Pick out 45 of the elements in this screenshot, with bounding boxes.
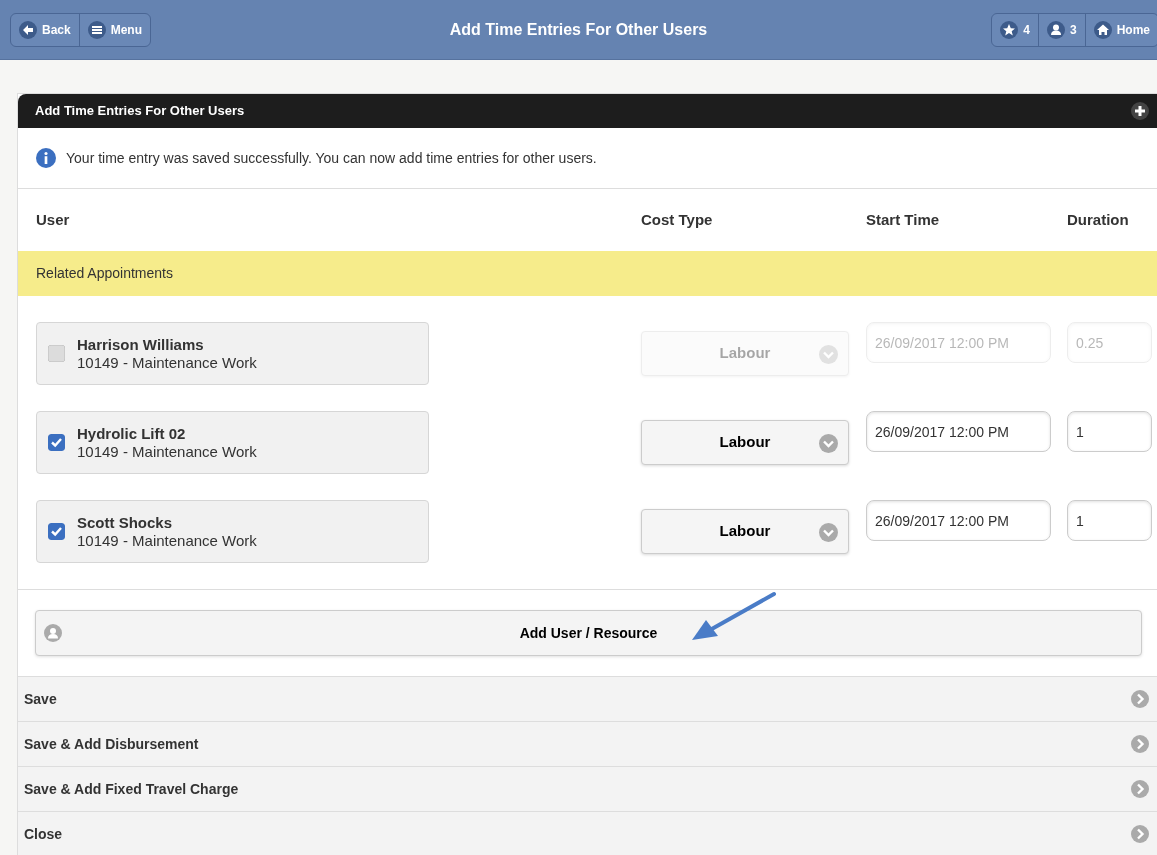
user-icon [1046,20,1065,39]
start-time-field[interactable]: 26/09/2017 12:00 PM [866,500,1051,541]
job-label: 10149 - Maintenance Work [77,353,257,371]
cost-type-select[interactable]: Labour [641,420,849,465]
dropdown-icon [819,434,838,453]
info-message: Your time entry was saved successfully. You can now add time entries for other users. [66,148,597,168]
chevron-right-icon [1131,780,1149,798]
page-title: Add Time Entries For Other Users [449,20,708,40]
column-header: User [36,210,70,228]
job-label: 10149 - Maintenance Work [77,531,257,549]
chevron-right-icon [1131,690,1149,708]
info-icon [36,148,56,168]
user-name: Hydrolic Lift 02 [77,425,187,443]
home-icon [1093,20,1112,39]
add-user-button[interactable]: Add User / Resource [35,610,1142,656]
dropdown-icon [819,345,838,364]
user-name: Scott Shocks [77,514,174,532]
column-header: Duration [1067,210,1129,228]
start-time-field[interactable]: 26/09/2017 12:00 PM [866,411,1051,452]
chevron-right-icon [1131,825,1149,843]
users-button[interactable]: 3 [1038,13,1086,46]
home-button[interactable]: Home [1085,13,1157,46]
user-icon [44,624,62,642]
panel-title: Add Time Entries For Other Users [35,102,245,121]
user-name: Harrison Williams [77,336,205,354]
duration-field[interactable]: 1 [1067,500,1152,541]
menu-icon [87,20,106,39]
menu-button[interactable]: Menu [79,13,151,46]
group-title: Related Appointments [36,264,173,283]
dropdown-icon [819,523,838,542]
back-button[interactable]: Back [11,13,80,46]
column-header: Start Time [866,210,940,228]
checkbox[interactable] [48,434,65,451]
add-icon[interactable] [1131,102,1149,120]
cost-type-select[interactable]: Labour [641,509,849,554]
favorites-button[interactable]: 4 [992,13,1039,46]
chevron-right-icon [1131,735,1149,753]
duration-field[interactable]: 1 [1067,411,1152,452]
action-item[interactable]: Close [18,811,1157,855]
action-item[interactable]: Save & Add Fixed Travel Charge [18,766,1157,811]
action-item[interactable]: Save & Add Disbursement [18,721,1157,766]
column-header: Cost Type [641,210,713,228]
action-item[interactable]: Save [18,676,1157,721]
checkbox[interactable] [48,523,65,540]
job-label: 10149 - Maintenance Work [77,442,257,460]
